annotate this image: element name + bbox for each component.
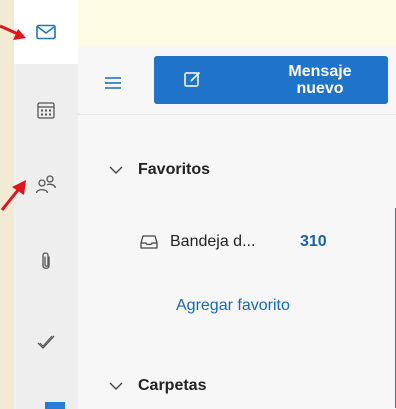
notification-banner [78, 0, 396, 46]
people-icon [35, 175, 57, 194]
calendar-icon [37, 102, 55, 119]
new-message-label: Mensaje nuevo [288, 63, 352, 97]
hamburger-icon [105, 77, 121, 89]
folders-label: Carpetas [138, 377, 207, 394]
add-favorite-link[interactable]: Agregar favorito [176, 297, 290, 315]
rail-item-calendar[interactable] [14, 78, 78, 142]
rail-item-files[interactable] [14, 230, 78, 294]
nav-toggle-button[interactable] [100, 70, 126, 96]
mail-icon [36, 24, 56, 40]
favorites-label: Favoritos [138, 161, 211, 178]
inbox-label: Bandeja d... [170, 233, 256, 250]
folder-item-inbox[interactable]: Bandeja d... 310 [140, 229, 390, 255]
paperclip-icon [42, 252, 50, 269]
check-icon [37, 335, 55, 349]
compose-icon [184, 71, 201, 87]
folder-pane: Mensaje nuevo Favoritos Bandeja d... 310… [78, 46, 396, 409]
inbox-unread-count: 310 [300, 233, 327, 250]
pane-divider [78, 114, 396, 115]
rail-item-todo[interactable] [14, 310, 78, 374]
outlook-window: Mensaje nuevo Favoritos Bandeja d... 310… [0, 0, 396, 409]
annotation-arrow-mail [0, 24, 26, 40]
favorites-section-header[interactable]: Favoritos [108, 157, 210, 183]
folders-section-header[interactable]: Carpetas [108, 373, 206, 399]
chevron-down-icon [109, 166, 123, 174]
chevron-down-icon [109, 382, 123, 390]
new-message-button[interactable]: Mensaje nuevo [154, 56, 388, 104]
annotation-arrow-people [0, 180, 26, 211]
inbox-icon [140, 235, 158, 249]
rail-app-icon-partial[interactable] [45, 402, 65, 409]
